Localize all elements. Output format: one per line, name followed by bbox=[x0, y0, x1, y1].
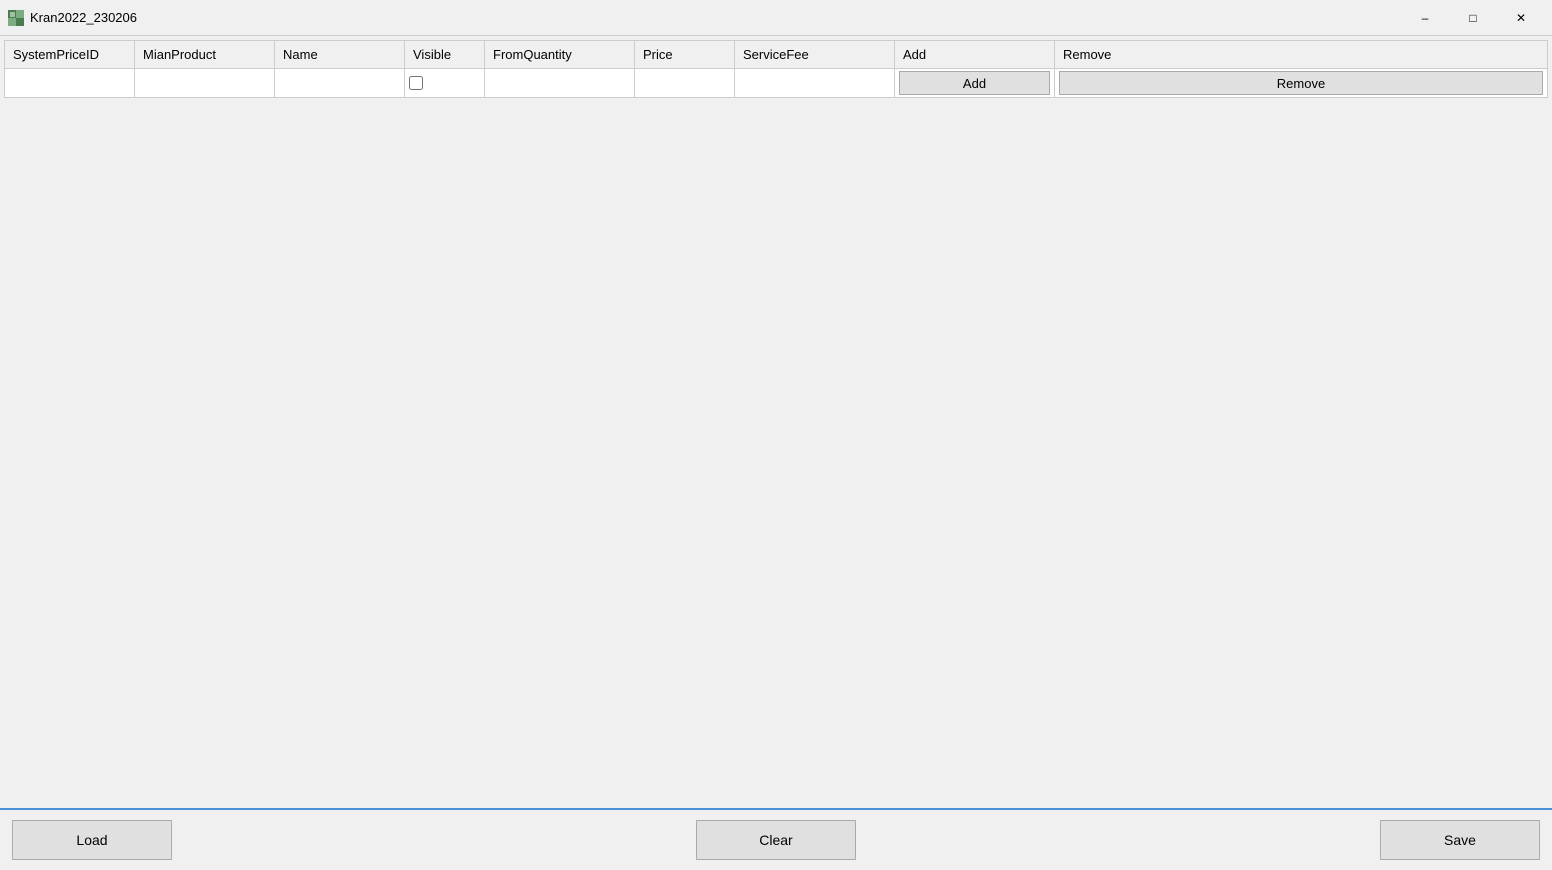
col-header-visible: Visible bbox=[405, 41, 485, 69]
col-header-service-fee: ServiceFee bbox=[735, 41, 895, 69]
cell-name bbox=[275, 69, 405, 98]
col-header-price: Price bbox=[635, 41, 735, 69]
title-bar: Kran2022_230206 – □ ✕ bbox=[0, 0, 1552, 36]
cell-service-fee bbox=[735, 69, 895, 98]
cell-remove: Remove bbox=[1055, 69, 1548, 98]
input-name[interactable] bbox=[279, 76, 400, 91]
cell-from-quantity bbox=[485, 69, 635, 98]
footer-center: Clear bbox=[696, 820, 856, 860]
col-header-mian-product: MianProduct bbox=[135, 41, 275, 69]
checkbox-visible[interactable] bbox=[409, 76, 423, 90]
input-system-price-id[interactable] bbox=[9, 76, 130, 91]
input-service-fee[interactable] bbox=[739, 76, 890, 91]
cell-visible bbox=[405, 69, 485, 98]
window-title: Kran2022_230206 bbox=[30, 10, 137, 25]
col-header-remove: Remove bbox=[1055, 41, 1548, 69]
remove-row-button[interactable]: Remove bbox=[1059, 71, 1543, 95]
load-button[interactable]: Load bbox=[12, 820, 172, 860]
add-row-button[interactable]: Add bbox=[899, 71, 1050, 95]
footer: Load Clear Save bbox=[0, 810, 1552, 870]
cell-price bbox=[635, 69, 735, 98]
cell-add: Add bbox=[895, 69, 1055, 98]
save-button[interactable]: Save bbox=[1380, 820, 1540, 860]
input-from-quantity[interactable] bbox=[489, 76, 630, 91]
data-table: SystemPriceID MianProduct Name Visible F… bbox=[4, 40, 1548, 98]
input-mian-product[interactable] bbox=[139, 76, 270, 91]
minimize-button[interactable]: – bbox=[1402, 6, 1448, 30]
main-content: SystemPriceID MianProduct Name Visible F… bbox=[0, 36, 1552, 808]
cell-mian-product bbox=[135, 69, 275, 98]
col-header-name: Name bbox=[275, 41, 405, 69]
checkbox-cell-visible bbox=[409, 76, 480, 90]
clear-button[interactable]: Clear bbox=[696, 820, 856, 860]
close-button[interactable]: ✕ bbox=[1498, 6, 1544, 30]
col-header-system-price-id: SystemPriceID bbox=[5, 41, 135, 69]
input-price[interactable] bbox=[639, 76, 730, 91]
maximize-button[interactable]: □ bbox=[1450, 6, 1496, 30]
table-header-row: SystemPriceID MianProduct Name Visible F… bbox=[5, 41, 1548, 69]
app-icon bbox=[8, 10, 24, 26]
table-row: Add Remove bbox=[5, 69, 1548, 98]
col-header-from-quantity: FromQuantity bbox=[485, 41, 635, 69]
cell-system-price-id bbox=[5, 69, 135, 98]
col-header-add: Add bbox=[895, 41, 1055, 69]
title-bar-controls: – □ ✕ bbox=[1402, 6, 1544, 30]
title-bar-left: Kran2022_230206 bbox=[8, 10, 137, 26]
table-container: SystemPriceID MianProduct Name Visible F… bbox=[4, 40, 1548, 804]
